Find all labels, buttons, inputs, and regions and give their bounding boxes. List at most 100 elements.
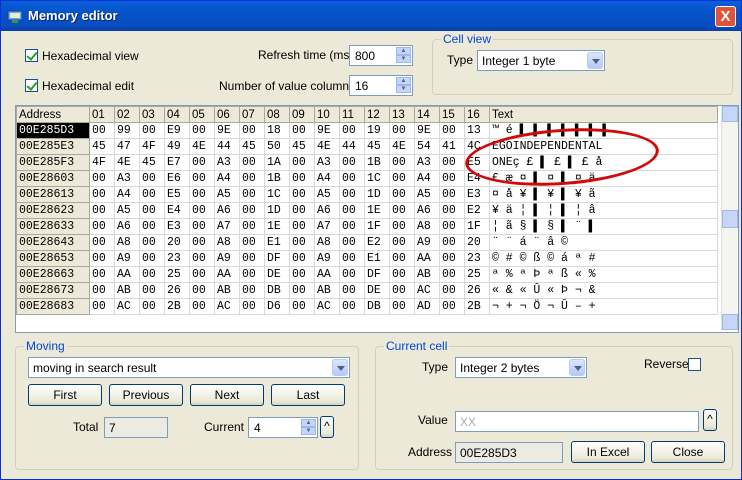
byte-cell[interactable]: 00 — [339, 170, 365, 187]
byte-cell[interactable]: AB — [414, 266, 440, 283]
byte-column-header[interactable]: 16 — [464, 106, 490, 123]
byte-cell[interactable]: A6 — [114, 218, 140, 235]
hex-view-checkbox[interactable] — [25, 49, 38, 62]
byte-cell[interactable]: 00 — [89, 202, 115, 219]
byte-cell[interactable]: A4 — [214, 170, 240, 187]
byte-cell[interactable]: 4F — [89, 154, 115, 171]
byte-cell[interactable]: A4 — [314, 170, 340, 187]
byte-cell[interactable]: 00 — [339, 282, 365, 299]
byte-cell[interactable]: 00 — [439, 170, 465, 187]
current-go-button[interactable]: ^ — [320, 416, 334, 438]
byte-cell[interactable]: 1F — [364, 218, 390, 235]
spin-down-icon[interactable]: ▼ — [396, 85, 411, 93]
byte-column-header[interactable]: 03 — [139, 106, 165, 123]
byte-cell[interactable]: 9E — [414, 122, 440, 139]
byte-cell[interactable]: 20 — [164, 234, 190, 251]
byte-cell[interactable]: 00 — [239, 202, 265, 219]
byte-cell[interactable]: 1F — [464, 218, 490, 235]
byte-cell[interactable]: 1D — [364, 186, 390, 203]
byte-cell[interactable]: A3 — [414, 154, 440, 171]
byte-cell[interactable]: 23 — [464, 250, 490, 267]
byte-cell[interactable]: 00 — [389, 186, 415, 203]
byte-cell[interactable]: 00 — [239, 218, 265, 235]
row-address[interactable]: 00E28603 — [16, 170, 90, 187]
current-cell-type-select[interactable]: Integer 2 bytes — [455, 357, 587, 378]
byte-cell[interactable]: 4E — [389, 138, 415, 155]
byte-cell[interactable]: E2 — [364, 234, 390, 251]
byte-cell[interactable]: 00 — [239, 170, 265, 187]
byte-cell[interactable]: 00 — [189, 154, 215, 171]
byte-cell[interactable]: A9 — [114, 250, 140, 267]
byte-cell[interactable]: AB — [214, 282, 240, 299]
byte-cell[interactable]: E1 — [364, 250, 390, 267]
byte-cell[interactable]: AA — [214, 266, 240, 283]
byte-cell[interactable]: 00 — [89, 218, 115, 235]
spin-up-icon[interactable]: ▲ — [396, 47, 411, 55]
byte-cell[interactable]: 1E — [264, 218, 290, 235]
spin-down-icon[interactable]: ▼ — [396, 55, 411, 63]
byte-cell[interactable]: 00 — [189, 170, 215, 187]
table-row[interactable]: 00E28683 00 AC 00 2B 00 AC 00 D6 00 AC 00 DB 00 AD 00 2B… — [16, 298, 718, 315]
chevron-down-icon[interactable] — [332, 359, 348, 376]
byte-cell[interactable]: 00 — [389, 170, 415, 187]
byte-cell[interactable]: 25 — [164, 266, 190, 283]
byte-cell[interactable]: 45 — [139, 154, 165, 171]
byte-cell[interactable]: 00 — [389, 266, 415, 283]
scroll-down-icon[interactable] — [722, 314, 738, 330]
byte-cell[interactable]: A5 — [214, 186, 240, 203]
byte-cell[interactable]: A6 — [214, 202, 240, 219]
byte-cell[interactable]: A8 — [214, 234, 240, 251]
byte-cell[interactable]: 00 — [89, 234, 115, 251]
byte-cell[interactable]: A6 — [414, 202, 440, 219]
chevron-down-icon[interactable] — [587, 52, 603, 69]
table-row[interactable]: 00E28623 00 A5 00 E4 00 A6 00 1D 00 A6 00 1E 00 A6 00 E2… — [16, 202, 718, 219]
byte-cell[interactable]: 50 — [264, 138, 290, 155]
byte-cell[interactable]: 1C — [264, 186, 290, 203]
byte-cell[interactable]: 00 — [289, 266, 315, 283]
byte-cell[interactable]: DB — [264, 282, 290, 299]
byte-cell[interactable]: 00 — [439, 266, 465, 283]
byte-cell[interactable]: 44 — [339, 138, 365, 155]
byte-cell[interactable]: 19 — [364, 122, 390, 139]
byte-cell[interactable]: 00 — [89, 266, 115, 283]
byte-cell[interactable]: A4 — [414, 170, 440, 187]
byte-cell[interactable]: 00 — [189, 234, 215, 251]
byte-column-header[interactable]: 04 — [164, 106, 190, 123]
byte-cell[interactable]: 00 — [439, 234, 465, 251]
grid-vertical-scrollbar[interactable] — [721, 106, 738, 330]
byte-cell[interactable]: E9 — [164, 122, 190, 139]
byte-cell[interactable]: 00 — [389, 250, 415, 267]
in-excel-button[interactable]: In Excel — [571, 441, 645, 463]
byte-cell[interactable]: DF — [264, 250, 290, 267]
byte-cell[interactable]: 4E — [189, 138, 215, 155]
byte-column-header[interactable]: 09 — [289, 106, 315, 123]
first-button[interactable]: First — [28, 384, 102, 406]
text-cell[interactable]: « & « Û « Þ ¬ & — [489, 282, 718, 299]
byte-cell[interactable]: AC — [114, 298, 140, 315]
byte-cell[interactable]: 20 — [464, 234, 490, 251]
previous-button[interactable]: Previous — [109, 384, 183, 406]
reverse-checkbox[interactable] — [688, 358, 701, 371]
byte-cell[interactable]: 00 — [439, 218, 465, 235]
byte-cell[interactable]: 00 — [439, 282, 465, 299]
byte-cell[interactable]: 4E — [114, 154, 140, 171]
byte-column-header[interactable]: 06 — [214, 106, 240, 123]
byte-cell[interactable]: AA — [114, 266, 140, 283]
close-button[interactable]: Close — [651, 441, 725, 463]
byte-cell[interactable]: 00 — [139, 122, 165, 139]
byte-cell[interactable]: 45 — [239, 138, 265, 155]
spin-down-icon[interactable]: ▼ — [301, 427, 316, 435]
byte-cell[interactable]: 1B — [364, 154, 390, 171]
byte-cell[interactable]: 00 — [339, 122, 365, 139]
byte-cell[interactable]: 00 — [289, 202, 315, 219]
byte-cell[interactable]: 00 — [439, 122, 465, 139]
byte-cell[interactable]: 9E — [214, 122, 240, 139]
table-row[interactable]: 00E28613 00 A4 00 E5 00 A5 00 1C 00 A5 00 1D 00 A5 00 E3… — [16, 186, 718, 203]
byte-cell[interactable]: 00 — [339, 250, 365, 267]
moving-mode-select[interactable]: moving in search result — [28, 357, 350, 378]
byte-cell[interactable]: 45 — [89, 138, 115, 155]
byte-cell[interactable]: AC — [414, 282, 440, 299]
byte-column-header[interactable]: 10 — [314, 106, 340, 123]
byte-cell[interactable]: 00 — [239, 282, 265, 299]
byte-cell[interactable]: 1C — [364, 170, 390, 187]
